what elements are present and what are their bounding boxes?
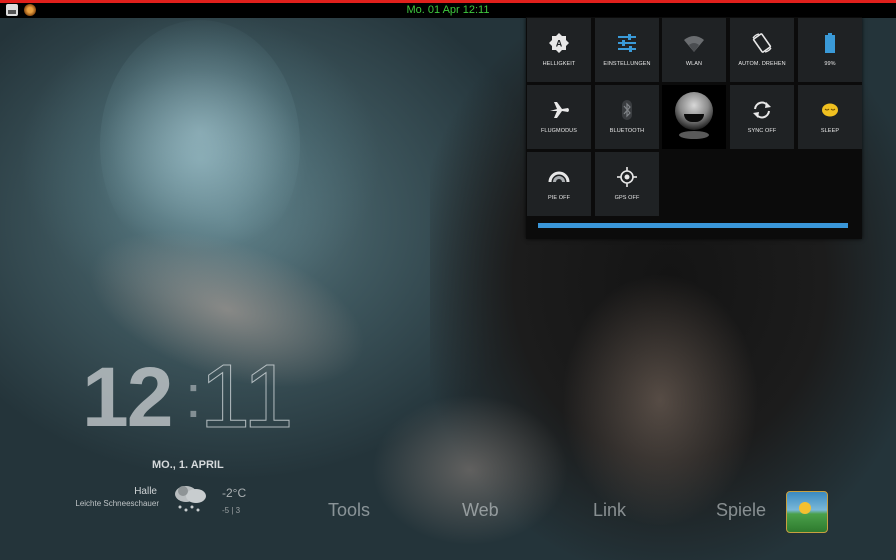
- sleep-icon: [822, 103, 838, 117]
- dock-folder-tools[interactable]: Tools: [328, 500, 370, 521]
- brightness-progress-fill: [538, 223, 848, 228]
- weather-range: -5 | 3: [222, 506, 241, 515]
- tile-sync[interactable]: SYNC OFF: [730, 85, 794, 149]
- tile-label: GPS OFF: [614, 195, 640, 201]
- svg-text:A: A: [556, 39, 563, 49]
- clock-hours: 12: [82, 350, 173, 444]
- wifi-icon: [684, 36, 704, 52]
- tile-sleep[interactable]: SLEEP: [798, 85, 862, 149]
- weather-city: Halle: [134, 486, 157, 497]
- pie-icon: [548, 171, 570, 183]
- tile-label: EINSTELLUNGEN: [603, 61, 651, 67]
- status-clock: Mo. 01 Apr 12:11: [406, 4, 490, 16]
- settings-sliders-icon: [618, 34, 636, 52]
- date-label: MO., 1. APRIL: [152, 459, 224, 471]
- sync-icon: [753, 101, 771, 119]
- brightness-progress-bar[interactable]: [538, 223, 848, 228]
- brightness-icon: A: [549, 33, 569, 53]
- weather-description: Leichte Schneeschauer: [75, 499, 159, 508]
- tile-pie[interactable]: PIE OFF: [527, 152, 591, 216]
- tile-label: SYNC OFF: [747, 128, 777, 134]
- tile-gps[interactable]: GPS OFF: [595, 152, 659, 216]
- arm-graphic: [340, 360, 600, 560]
- tile-label: PIE OFF: [547, 195, 571, 201]
- tile-auto-rotate[interactable]: AUTOM. DREHEN: [730, 18, 794, 82]
- tile-label: AUTOM. DREHEN: [738, 61, 786, 67]
- status-bar[interactable]: Mo. 01 Apr 12:11: [0, 0, 896, 18]
- dock-folder-web[interactable]: Web: [462, 500, 499, 521]
- avatar-base: [679, 131, 709, 139]
- tile-user-avatar[interactable]: [662, 85, 726, 149]
- tile-label: SLEEP: [820, 128, 840, 134]
- battery-icon: [825, 33, 835, 53]
- tile-label: BLUETOOTH: [609, 128, 645, 134]
- tile-wifi[interactable]: WLAN: [662, 18, 726, 82]
- snow-cloud-icon: [175, 486, 206, 512]
- avatar: [675, 92, 713, 130]
- tile-airplane-mode[interactable]: FLUGMODUS: [527, 85, 591, 149]
- quick-settings-panel: A HELLIGKEIT EINSTELLUNGEN WLAN AUTOM. D…: [526, 17, 862, 239]
- tile-label: WLAN: [685, 61, 703, 67]
- airplane-icon: [550, 102, 569, 118]
- tile-label: HELLIGKEIT: [542, 61, 576, 67]
- landscape-app-icon[interactable]: [786, 491, 828, 533]
- bluetooth-icon: [622, 100, 632, 120]
- tile-bluetooth[interactable]: BLUETOOTH: [595, 85, 659, 149]
- dock-folder-link[interactable]: Link: [593, 500, 626, 521]
- tile-label: 99%: [824, 61, 836, 67]
- tile-settings[interactable]: EINSTELLUNGEN: [595, 18, 659, 82]
- dock-folder-spiele[interactable]: Spiele: [716, 500, 766, 521]
- tile-brightness[interactable]: A HELLIGKEIT: [527, 18, 591, 82]
- clock-minutes: 11: [199, 347, 294, 447]
- weather-temperature: -2°C: [222, 486, 247, 500]
- tile-label: FLUGMODUS: [540, 128, 578, 134]
- auto-rotate-icon: [752, 33, 772, 53]
- tile-battery: 99%: [798, 18, 862, 82]
- gps-icon: [617, 167, 637, 187]
